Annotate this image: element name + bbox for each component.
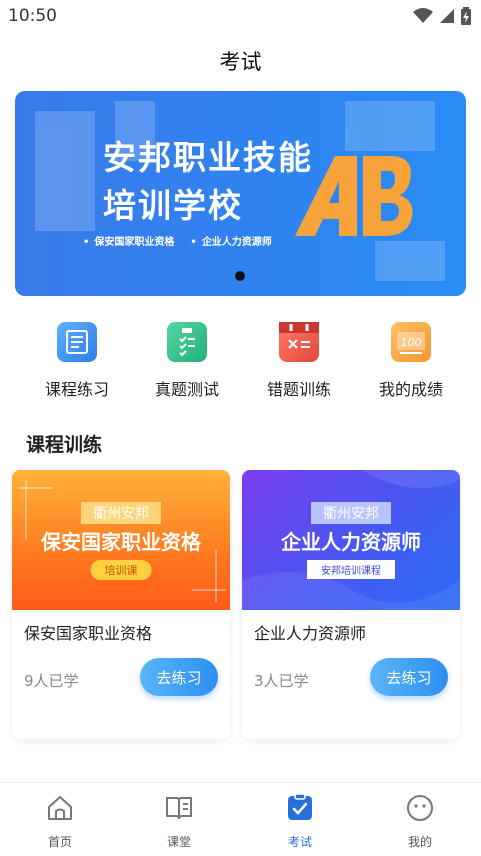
course-name: 企业人力资源师 xyxy=(254,624,367,643)
tab-label: 我的 xyxy=(407,835,432,849)
quick-action-label: 我的成绩 xyxy=(378,380,443,399)
tab-label: 首页 xyxy=(47,835,72,849)
course-learners: 3人已学 xyxy=(254,672,309,690)
svg-text:100: 100 xyxy=(401,336,422,349)
quick-action-exam-test[interactable]: 真题测试 xyxy=(132,322,242,400)
book-icon xyxy=(166,797,192,820)
exam-check-icon xyxy=(288,793,312,820)
tab-home[interactable]: 首页 xyxy=(20,793,100,850)
carousel-indicator[interactable] xyxy=(235,271,245,281)
status-time: 10:50 xyxy=(8,6,57,26)
course-card[interactable]: 衢州安邦 企业人力资源师 安邦培训课程 企业人力资源师 3人已学 去练习 xyxy=(242,470,460,739)
status-bar: 10:50 xyxy=(0,0,481,32)
page-title: 考试 xyxy=(219,50,262,74)
course-cover-image: 衢州安邦 企业人力资源师 安邦培训课程 xyxy=(242,470,460,610)
bottom-tab-bar: 首页 课堂 考试 我的 xyxy=(0,782,481,856)
quick-action-label: 课程练习 xyxy=(44,380,109,399)
cover-tag: 衢州安邦 xyxy=(311,502,391,524)
smiley-face-icon xyxy=(407,795,433,821)
quick-action-label: 错题训练 xyxy=(266,380,331,399)
tab-mine[interactable]: 我的 xyxy=(380,793,460,850)
score-100-icon: 100 xyxy=(391,322,431,362)
tab-label: 课堂 xyxy=(166,835,191,849)
practice-button[interactable]: 去练习 xyxy=(140,658,218,696)
banner-tag: 企业人力资源师 xyxy=(190,233,272,248)
course-name: 保安国家职业资格 xyxy=(24,624,153,643)
cover-subtitle: 安邦培训课程 xyxy=(307,560,395,579)
banner-title-line2: 培训学校 xyxy=(103,186,243,225)
course-cover-image: 衢州安邦 保安国家职业资格 培训课 xyxy=(12,470,230,610)
cover-tag: 衢州安邦 xyxy=(81,502,161,524)
home-icon xyxy=(48,796,72,820)
banner-tags: 保安国家职业资格 企业人力资源师 xyxy=(83,233,272,248)
battery-icon xyxy=(461,7,471,25)
exam-checklist-icon xyxy=(167,322,207,362)
course-card[interactable]: 衢州安邦 保安国家职业资格 培训课 保安国家职业资格 9人已学 去练习 xyxy=(12,470,230,739)
course-practice-icon xyxy=(57,322,97,362)
section-title: 课程训练 xyxy=(26,434,103,456)
quick-action-wrong-questions[interactable]: 错题训练 xyxy=(244,322,354,400)
cover-title: 企业人力资源师 xyxy=(281,530,421,554)
cover-subtitle: 培训课 xyxy=(90,560,152,580)
banner-title-line1: 安邦职业技能 xyxy=(103,138,313,177)
tab-label: 考试 xyxy=(287,835,312,849)
quick-action-course-practice[interactable]: 课程练习 xyxy=(22,322,132,400)
tab-exam[interactable]: 考试 xyxy=(260,793,340,850)
banner-tag: 保安国家职业资格 xyxy=(83,233,174,248)
signal-icon xyxy=(440,9,454,23)
status-icons xyxy=(413,7,471,25)
cover-title: 保安国家职业资格 xyxy=(41,530,201,554)
ab-logo-icon xyxy=(295,156,413,236)
quick-action-label: 真题测试 xyxy=(154,380,219,399)
quick-action-my-scores[interactable]: 100 我的成绩 xyxy=(356,322,466,400)
quick-actions: 课程练习 真题测试 错题训练 100 我的成绩 xyxy=(0,322,481,402)
wifi-icon xyxy=(413,8,433,23)
tab-classroom[interactable]: 课堂 xyxy=(139,793,219,850)
promo-banner[interactable]: 安邦职业技能 培训学校 保安国家职业资格 企业人力资源师 xyxy=(15,91,466,296)
course-learners: 9人已学 xyxy=(24,672,79,690)
practice-button[interactable]: 去练习 xyxy=(370,658,448,696)
wrong-question-calendar-icon xyxy=(279,322,319,362)
